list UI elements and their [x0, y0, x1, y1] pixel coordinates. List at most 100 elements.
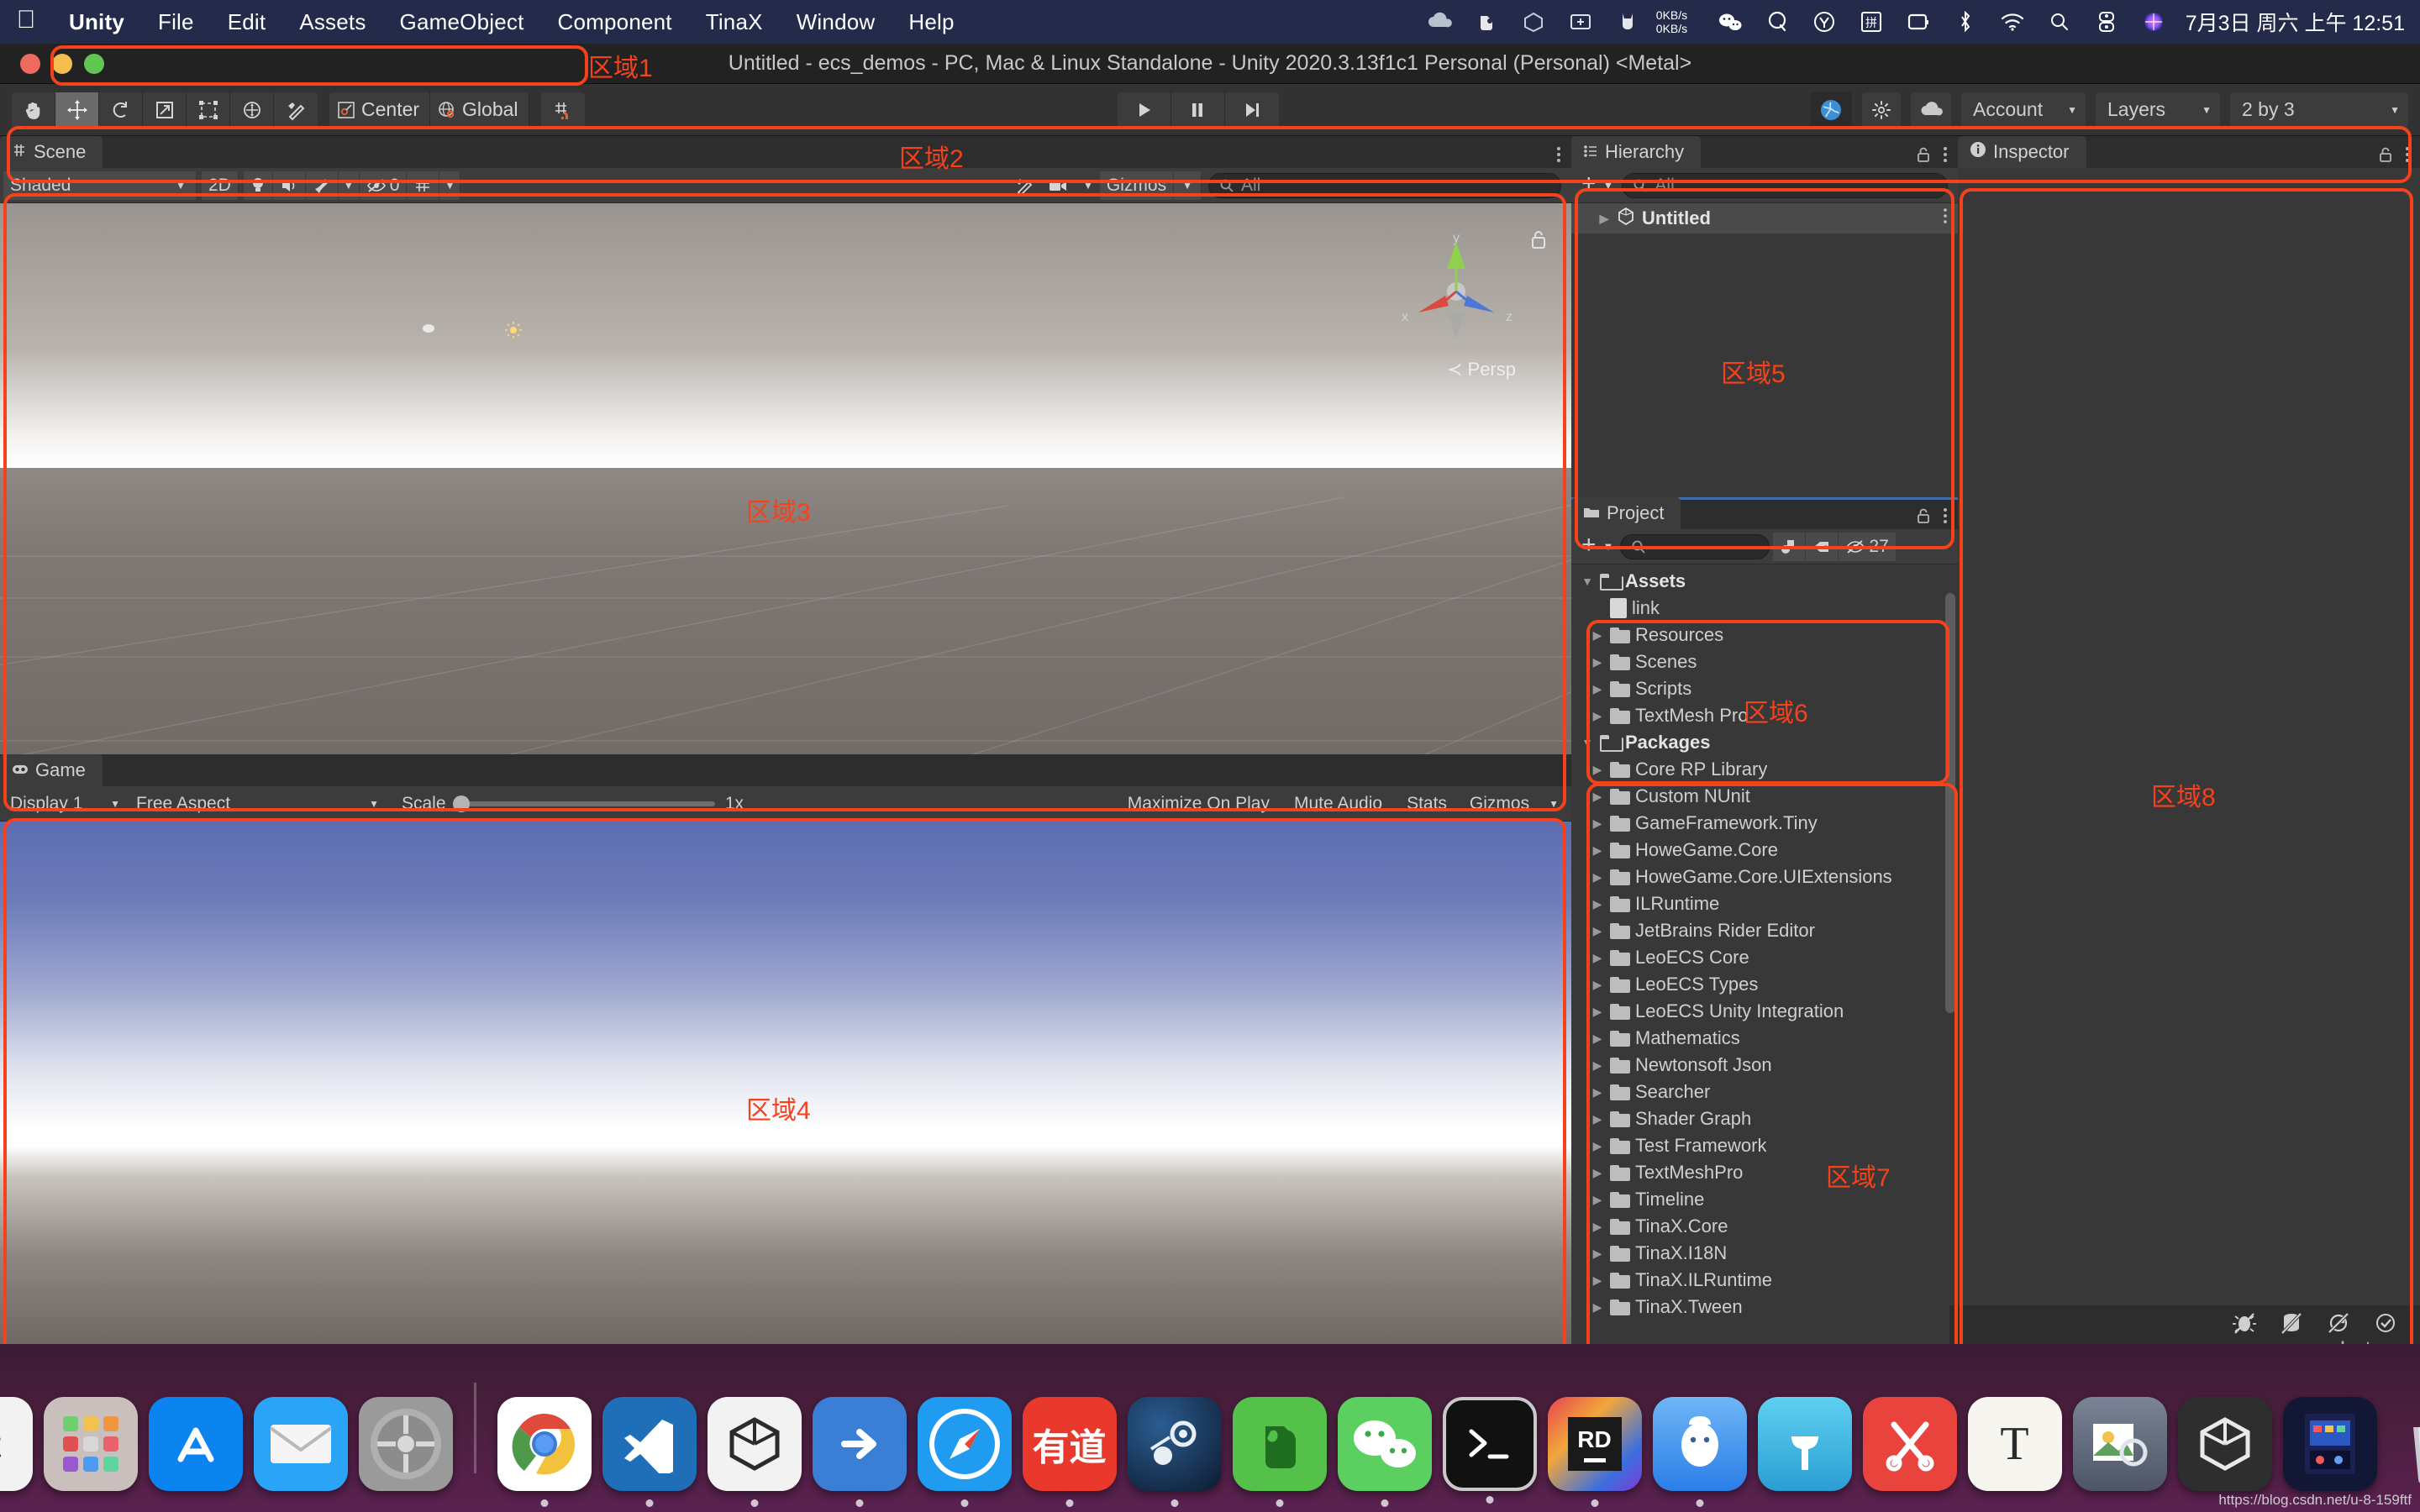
project-tree-row[interactable]: ▶ Custom NUnit [1571, 783, 1958, 810]
expand-triangle-icon[interactable]: ▶ [1590, 1220, 1605, 1234]
audio-icon[interactable] [272, 171, 306, 200]
menu-item-unity[interactable]: Unity [52, 9, 141, 35]
project-tree-row[interactable]: ▶ Scenes [1571, 648, 1958, 675]
project-item-packages[interactable]: ▼ Packages [1571, 729, 1958, 756]
menu-item-component[interactable]: Component [541, 9, 689, 35]
menu-item-assets[interactable]: Assets [282, 9, 382, 35]
favorites-icon[interactable] [1773, 532, 1807, 561]
pivot-mode-button[interactable]: Center [329, 92, 431, 128]
move-tool[interactable] [55, 92, 99, 128]
search-icon[interactable] [2036, 0, 2083, 44]
collab-button[interactable] [1810, 92, 1852, 128]
trash-icon[interactable] [2388, 1397, 2420, 1491]
expand-triangle-icon[interactable]: ▶ [1590, 1300, 1605, 1315]
scale-slider-group[interactable]: Scale 1x [390, 789, 751, 818]
tab-hierarchy[interactable]: Hierarchy [1571, 136, 1702, 168]
cat-icon[interactable] [1604, 0, 1651, 44]
scene-object-camera[interactable] [423, 324, 434, 333]
expand-triangle-icon[interactable]: ▶ [1590, 1058, 1605, 1073]
display-dropdown[interactable]: Display 1 ▼ [3, 789, 129, 818]
expand-triangle-icon[interactable]: ▶ [1590, 682, 1605, 696]
scene-object-light[interactable] [504, 321, 523, 344]
expand-triangle-icon[interactable]: ▶ [1590, 1139, 1605, 1153]
gizmos-dropdown[interactable]: ▼ [1174, 171, 1202, 200]
project-tree-row[interactable]: ▶ LeoECS Types [1571, 971, 1958, 998]
controlcenter-icon[interactable] [2083, 0, 2130, 44]
scale-slider-handle[interactable] [452, 795, 470, 812]
project-scrollbar-thumb[interactable] [1945, 593, 1955, 1013]
project-tree-row[interactable]: ▶ Newtonsoft Json [1571, 1052, 1958, 1079]
appstore-icon[interactable] [148, 1397, 243, 1491]
expand-triangle-icon[interactable]: ▶ [1590, 1247, 1605, 1261]
game-gizmos-toggle[interactable]: Gizmos [1459, 789, 1541, 818]
kebab-menu-icon[interactable] [1943, 207, 1958, 229]
fx-dropdown[interactable]: ▼ [338, 171, 360, 200]
hierarchy-add-dropdown[interactable]: ▼ [1602, 171, 1623, 200]
expand-triangle-icon[interactable]: ▶ [1590, 709, 1605, 723]
scene-tools-icon[interactable] [1007, 171, 1041, 200]
tab-game[interactable]: Game [0, 754, 103, 786]
inspector-body[interactable] [1958, 168, 2420, 1344]
fork-icon[interactable] [1757, 1397, 1852, 1491]
expand-triangle-icon[interactable]: ▶ [1597, 212, 1612, 226]
expand-triangle-icon[interactable]: ▶ [1590, 870, 1605, 885]
aspect-dropdown[interactable]: Free Aspect ▼ [129, 789, 390, 818]
project-tree-row[interactable]: ▶ TinaX.I18N [1571, 1240, 1958, 1267]
vscode-icon[interactable] [602, 1397, 697, 1507]
tab-project[interactable]: Project [1571, 497, 1681, 529]
display-icon[interactable] [1895, 0, 1942, 44]
pause-button[interactable] [1171, 92, 1225, 128]
project-scrollbar[interactable] [1944, 564, 1956, 1344]
handle-space-button[interactable]: Global [430, 92, 529, 128]
play-button[interactable] [1117, 92, 1171, 128]
toggle-2d-button[interactable]: 2D [202, 171, 239, 200]
project-tree-row[interactable]: ▶ Timeline [1571, 1186, 1958, 1213]
rotate-tool[interactable] [99, 92, 143, 128]
qq-icon[interactable] [1652, 1397, 1747, 1507]
project-tree-row[interactable]: ▶ HoweGame.Core [1571, 837, 1958, 864]
unity-icon[interactable] [707, 1397, 802, 1507]
layers-dropdown[interactable]: Layers ▼ [2096, 92, 2220, 128]
expand-triangle-icon[interactable]: ▶ [1590, 1005, 1605, 1019]
expand-triangle-icon[interactable]: ▶ [1590, 1032, 1605, 1046]
project-tree-row[interactable]: link [1571, 595, 1958, 622]
expand-triangle-icon[interactable]: ▶ [1590, 1273, 1605, 1288]
project-tree-row[interactable]: ▶ GameFramework.Tiny [1571, 810, 1958, 837]
menu-item-gameobject[interactable]: GameObject [383, 9, 541, 35]
expand-triangle-icon[interactable]: ▶ [1590, 763, 1605, 777]
rider-icon[interactable]: RD [1547, 1397, 1642, 1507]
project-tree-row[interactable]: ▶ LeoECS Core [1571, 944, 1958, 971]
finder-icon[interactable] [0, 1397, 33, 1491]
scale-tool[interactable] [143, 92, 187, 128]
grid-snap-icon[interactable] [540, 92, 585, 128]
game-gizmos-dropdown[interactable]: ▼ [1540, 789, 1568, 818]
lock-icon[interactable] [1916, 507, 1931, 528]
unity-hub-icon[interactable] [812, 1397, 907, 1507]
menubar-clock[interactable]: 7月3日 周六 上午 12:51 [2177, 7, 2420, 37]
kebab-menu-icon[interactable] [1943, 145, 1948, 168]
project-add-dropdown[interactable]: ▼ [1602, 533, 1621, 561]
project-add-button[interactable]: + [1575, 532, 1602, 561]
gizmos-toggle[interactable]: Gizmos [1099, 171, 1175, 200]
mute-audio-toggle[interactable]: Mute Audio [1281, 789, 1396, 818]
menu-item-file[interactable]: File [141, 9, 211, 35]
collapse-triangle-icon[interactable]: ▼ [1580, 575, 1595, 588]
grid-dropdown[interactable]: ▼ [439, 171, 461, 200]
steam-icon[interactable] [1127, 1397, 1222, 1507]
account-dropdown[interactable]: Account ▼ [1961, 92, 2086, 128]
project-tree-row[interactable]: ▶ JetBrains Rider Editor [1571, 917, 1958, 944]
project-tree-row[interactable]: ▶ Core RP Library [1571, 756, 1958, 783]
scene-viewport[interactable]: y x z ≺ Persp [0, 203, 1571, 754]
project-search-input[interactable] [1620, 533, 1770, 559]
project-tree-row[interactable]: ▶ Scripts [1571, 675, 1958, 702]
evernote-icon[interactable] [1463, 0, 1510, 44]
game-viewport[interactable] [0, 822, 1571, 1344]
project-tree-row[interactable]: ▶ Shader Graph [1571, 1105, 1958, 1132]
kebab-menu-icon[interactable] [2405, 145, 2410, 168]
wechat-icon[interactable] [1337, 1397, 1432, 1507]
project-tree-row[interactable]: ▶ Searcher [1571, 1079, 1958, 1105]
scene-orientation-gizmo[interactable]: y x z [1393, 228, 1519, 354]
refresh-off-icon[interactable] [2326, 1311, 2351, 1339]
tab-inspector[interactable]: Inspector [1958, 136, 2086, 168]
layout-dropdown[interactable]: 2 by 3 ▼ [2230, 92, 2408, 128]
